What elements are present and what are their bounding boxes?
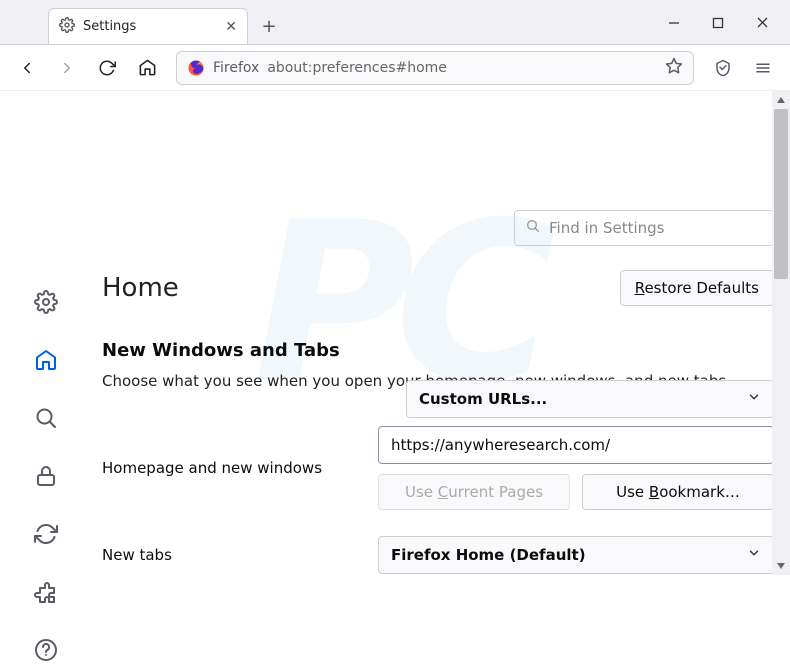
scroll-down-icon[interactable] [772, 557, 790, 575]
sidebar-item-sync[interactable] [26, 514, 66, 554]
forward-button[interactable] [50, 51, 84, 85]
restore-defaults-button[interactable]: Restore Defaults [620, 270, 774, 306]
newtabs-mode-select[interactable]: Firefox Home (Default) [378, 536, 774, 574]
settings-sidebar [0, 182, 92, 670]
settings-main: Find in Settings Home Restore Defaults N… [92, 182, 790, 670]
sidebar-item-extensions[interactable] [26, 572, 66, 612]
chevron-down-icon [747, 546, 761, 564]
vertical-scrollbar[interactable] [772, 91, 790, 575]
use-current-pages-button[interactable]: Use Current Pages [378, 474, 570, 510]
sidebar-item-general[interactable] [26, 282, 66, 322]
tab-label: Settings [83, 19, 217, 34]
close-tab-icon[interactable]: ✕ [225, 19, 237, 35]
sidebar-item-privacy[interactable] [26, 456, 66, 496]
section-heading-new-windows-tabs: New Windows and Tabs [102, 340, 774, 361]
scrollbar-thumb[interactable] [774, 109, 788, 279]
sidebar-item-help[interactable] [26, 630, 66, 670]
maximize-button[interactable] [696, 7, 740, 39]
navigation-toolbar: Firefox about:preferences#home [0, 45, 790, 91]
new-tab-button[interactable]: + [254, 11, 284, 41]
search-icon [525, 218, 541, 238]
find-in-settings-input[interactable]: Find in Settings [514, 210, 774, 246]
url-bar[interactable]: Firefox about:preferences#home [176, 51, 694, 85]
home-button[interactable] [130, 51, 164, 85]
homepage-mode-value: Custom URLs... [419, 390, 547, 408]
firefox-logo-icon [187, 59, 205, 77]
homepage-label: Homepage and new windows [102, 459, 362, 477]
sidebar-item-search[interactable] [26, 398, 66, 438]
close-window-button[interactable] [740, 7, 784, 39]
browser-tab-settings[interactable]: Settings ✕ [48, 8, 248, 44]
gear-icon [59, 17, 75, 37]
url-path: about:preferences#home [267, 60, 447, 76]
minimize-button[interactable] [652, 7, 696, 39]
homepage-url-input[interactable]: https://anywheresearch.com/ [378, 426, 774, 464]
save-to-pocket-button[interactable] [706, 51, 740, 85]
chevron-down-icon [747, 390, 761, 408]
url-identity-label: Firefox [213, 60, 259, 76]
scroll-up-icon[interactable] [772, 91, 790, 109]
homepage-url-value: https://anywheresearch.com/ [391, 436, 610, 454]
newtabs-mode-value: Firefox Home (Default) [391, 546, 586, 564]
app-menu-button[interactable] [746, 51, 780, 85]
use-bookmark-button[interactable]: Use Bookmark… [582, 474, 774, 510]
find-placeholder: Find in Settings [549, 219, 664, 237]
homepage-mode-select[interactable]: Custom URLs... [406, 380, 774, 418]
plus-icon: + [261, 16, 276, 37]
window-controls [652, 0, 784, 45]
sidebar-item-home[interactable] [26, 340, 66, 380]
bookmark-star-icon[interactable] [665, 57, 683, 79]
tab-strip: Settings ✕ + [0, 0, 790, 45]
reload-button[interactable] [90, 51, 124, 85]
page-title: Home [102, 273, 179, 303]
newtabs-label: New tabs [102, 546, 362, 564]
back-button[interactable] [10, 51, 44, 85]
